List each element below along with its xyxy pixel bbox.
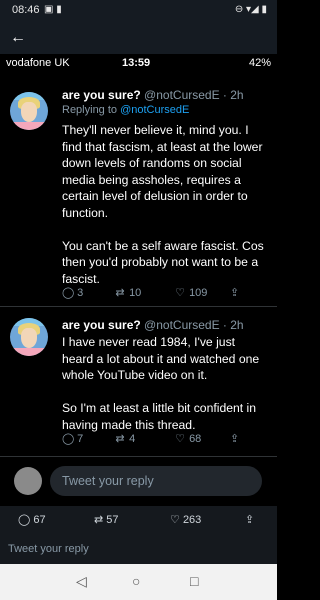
like-count: ♡ 68 [175, 433, 202, 445]
bottom-reply-bar[interactable]: Tweet your reply [0, 534, 277, 564]
phone-status-bar: 08:46 ▣ ▮ ⊖ ▾◢ ▮ [0, 0, 277, 22]
reply-count: ◯ 7 [62, 433, 84, 445]
reply-composer: Tweet your reply [0, 458, 277, 506]
bottom-reply-text: Tweet your reply [8, 543, 89, 555]
retweet-icon: ⇄ [115, 287, 125, 299]
share-button[interactable]: ⇪ [245, 513, 254, 526]
status-time: 08:46 [12, 4, 40, 16]
comment-button[interactable]: ◯ 67 [18, 513, 46, 526]
tweet-header: are you sure? @notCursedE · 2h [62, 88, 244, 102]
avatar [10, 318, 48, 356]
handle: @notCursedE · 2h [144, 318, 244, 332]
heart-icon: ♡ [175, 287, 185, 299]
heart-icon: ♡ [175, 433, 185, 445]
screenshot-status-bar: vodafone UK 13:59 42% [0, 54, 277, 72]
tweet-text: They'll never believe it, mind you. I fi… [62, 123, 264, 286]
system-icons: ⊖ ▾◢ ▮ [234, 4, 267, 15]
like-button[interactable]: ♡ 263 [170, 513, 201, 526]
retweet-icon: ⇄ [115, 433, 125, 445]
nav-back-icon[interactable]: ◁ [76, 573, 87, 590]
share-icon: ⇪ [245, 514, 255, 526]
display-name: are you sure? [62, 88, 141, 102]
avatar [10, 92, 48, 130]
carrier-label: vodafone UK [6, 57, 70, 69]
replying-to: Replying to @notCursedE [62, 104, 190, 116]
retweet-count: ⇄ 4 [115, 433, 136, 445]
back-arrow-icon[interactable]: ← [10, 29, 26, 47]
retweet-icon: ⇄ [94, 514, 104, 526]
like-count: ♡ 109 [175, 287, 208, 299]
app-bar: ← [0, 22, 277, 54]
divider [0, 456, 277, 457]
display-name: are you sure? [62, 318, 141, 332]
retweet-button[interactable]: ⇄ 57 [94, 513, 119, 526]
tweet-actions: ◯ 3 ⇄ 10 ♡ 109 ⇪ [62, 286, 262, 300]
tweet-screenshot-image: vodafone UK 13:59 42% are you sure? @not… [0, 54, 277, 452]
tweet-text: I have never read 1984, I've just heard … [62, 335, 260, 432]
notification-icons: ▣ ▮ [44, 4, 62, 15]
replying-to-link: @notCursedE [120, 104, 190, 116]
reply-icon: ◯ [62, 287, 75, 299]
reply-count: ◯ 3 [62, 287, 84, 299]
share-icon: ⇪ [230, 287, 240, 299]
engagement-bar: ◯ 67 ⇄ 57 ♡ 263 ⇪ [0, 506, 277, 534]
handle: @notCursedE · 2h [144, 88, 244, 102]
comment-icon: ◯ [18, 514, 31, 526]
battery-level: 42% [248, 57, 271, 69]
reply-input[interactable]: Tweet your reply [50, 466, 262, 496]
screenshot-time: 13:59 [122, 57, 151, 69]
reply-icon: ◯ [62, 433, 75, 445]
heart-icon: ♡ [170, 514, 180, 526]
tweet-actions: ◯ 7 ⇄ 4 ♡ 68 ⇪ [62, 432, 262, 446]
retweet-count: ⇄ 10 [115, 287, 142, 299]
divider [0, 306, 277, 307]
nav-recents-icon[interactable]: □ [190, 573, 198, 589]
user-avatar [14, 467, 42, 495]
share-icon: ⇪ [230, 433, 240, 445]
android-nav-bar: ◁ ○ □ [0, 564, 277, 600]
tweet-header: are you sure? @notCursedE · 2h [62, 318, 244, 332]
nav-home-icon[interactable]: ○ [132, 573, 140, 589]
